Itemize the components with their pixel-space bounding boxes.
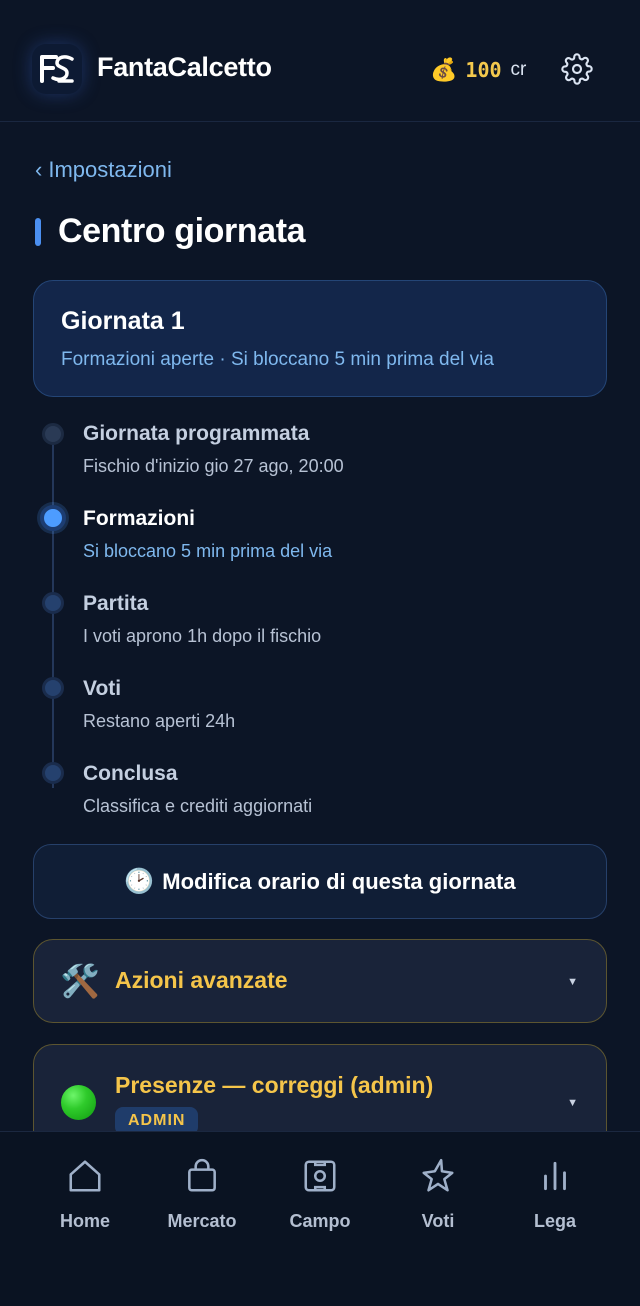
nav-label: Lega [533, 1211, 576, 1231]
clock-icon: 🕑 [124, 868, 155, 895]
nav-label: Campo [289, 1211, 351, 1231]
timeline-dot [42, 592, 64, 614]
app-logo[interactable] [32, 44, 82, 94]
nav-item-league[interactable]: Lega [500, 1156, 610, 1236]
timeline-step-sub: Si bloccano 5 min prima del via [83, 541, 333, 561]
bar-chart-icon [535, 1156, 575, 1196]
timeline-step-concluded: Conclusa Classifica e crediti aggiornati [0, 758, 640, 838]
edit-round-time-label: Modifica orario di questa giornata [162, 868, 516, 894]
timeline-dot [42, 423, 64, 445]
fc-logo-icon [40, 55, 74, 83]
credits-amount: 100 [465, 58, 502, 82]
timeline-dot-active [40, 505, 66, 531]
edit-round-time-button[interactable]: 🕑 Modifica orario di questa giornata [33, 844, 607, 919]
bottom-navigation: Home Mercato Campo Voti Lega [0, 1131, 640, 1306]
nav-item-votes[interactable]: Voti [383, 1156, 493, 1236]
timeline-step-sub: Fischio d'inizio gio 27 ago, 20:00 [83, 456, 344, 476]
timeline-step-label: Giornata programmata [83, 422, 310, 445]
pitch-icon [300, 1156, 340, 1196]
settings-button[interactable] [560, 52, 594, 86]
back-link[interactable]: ‹ Impostazioni [35, 157, 172, 183]
round-summary-card: Giornata 1 Formazioni aperte · Si blocca… [33, 280, 607, 397]
timeline-step-lineups: Formazioni Si bloccano 5 min prima del v… [0, 503, 640, 583]
presence-admin-label: Presenze — correggi (admin) [115, 1072, 434, 1098]
timeline-step-sub: I voti aprono 1h dopo il fischio [83, 626, 322, 646]
chevron-down-icon: ▼ [567, 1097, 578, 1109]
title-accent-bar [35, 217, 41, 246]
gear-icon [561, 53, 593, 85]
timeline-step-scheduled: Giornata programmata Fischio d'inizio gi… [0, 418, 640, 498]
round-timeline: Giornata programmata Fischio d'inizio gi… [0, 418, 640, 828]
nav-label: Mercato [167, 1211, 237, 1231]
home-icon [65, 1156, 105, 1196]
timeline-step-sub: Restano aperti 24h [83, 711, 236, 731]
page-title-row: Centro giornata [35, 212, 306, 251]
money-bag-icon: 💰 [430, 57, 458, 82]
advanced-actions-label: Azioni avanzate [115, 967, 288, 993]
shopping-bag-icon [182, 1156, 222, 1196]
round-status: Formazioni aperte · Si bloccano 5 min pr… [61, 349, 494, 370]
hammer-wrench-icon: 🛠️ [60, 963, 100, 999]
credits-balance[interactable]: 💰 100 cr [430, 55, 526, 85]
round-name: Giornata 1 [61, 307, 185, 335]
timeline-step-label: Voti [83, 677, 122, 700]
app-header: FantaCalcetto 💰 100 cr [0, 0, 640, 122]
timeline-step-votes: Voti Restano aperti 24h [0, 673, 640, 753]
chevron-left-icon: ‹ [35, 157, 43, 182]
timeline-step-label: Formazioni [83, 507, 196, 530]
advanced-actions-accordion[interactable]: 🛠️ Azioni avanzate ▼ [33, 939, 607, 1023]
back-link-label: Impostazioni [48, 157, 172, 182]
nav-label: Voti [421, 1211, 455, 1231]
app-title: FantaCalcetto [97, 52, 272, 82]
chevron-down-icon: ▼ [567, 976, 578, 988]
timeline-step-match: Partita I voti aprono 1h dopo il fischio [0, 588, 640, 668]
nav-item-home[interactable]: Home [30, 1156, 140, 1236]
timeline-dot [42, 762, 64, 784]
timeline-step-label: Partita [83, 592, 149, 615]
nav-item-market[interactable]: Mercato [147, 1156, 257, 1236]
nav-label: Home [59, 1211, 110, 1231]
timeline-dot [42, 677, 64, 699]
timeline-step-label: Conclusa [83, 762, 178, 785]
star-icon [418, 1156, 458, 1196]
nav-item-pitch[interactable]: Campo [265, 1156, 375, 1236]
green-circle-icon [61, 1085, 96, 1120]
page-title: Centro giornata [58, 212, 306, 250]
credits-unit: cr [510, 59, 527, 80]
timeline-step-sub: Classifica e crediti aggiornati [83, 796, 313, 816]
